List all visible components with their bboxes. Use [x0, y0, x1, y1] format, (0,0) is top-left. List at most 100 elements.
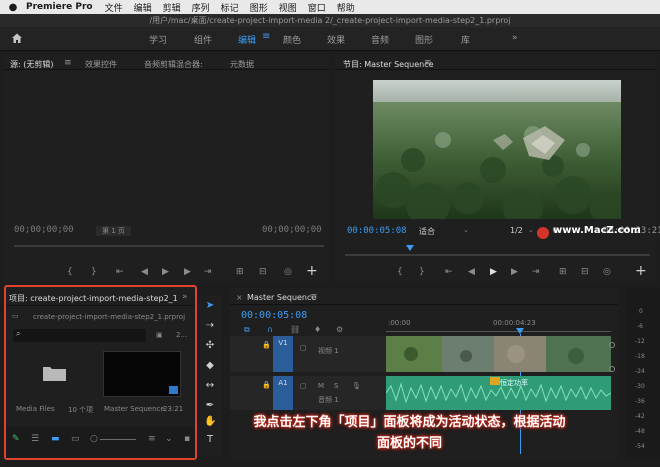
- workspace-learn[interactable]: 学习: [149, 33, 167, 46]
- mark-out-icon[interactable]: }: [419, 267, 425, 277]
- transition-marker[interactable]: [490, 377, 500, 385]
- step-forward-icon[interactable]: ▶: [511, 267, 518, 277]
- track-select-tool-icon[interactable]: ⇢: [204, 320, 216, 331]
- resolution-select[interactable]: 1/2: [510, 226, 523, 235]
- slip-tool-icon[interactable]: ↔: [204, 380, 216, 391]
- menu-view[interactable]: 视图: [279, 1, 297, 14]
- ripple-edit-tool-icon[interactable]: ✣: [204, 340, 216, 351]
- solo-button[interactable]: S: [334, 382, 338, 390]
- icon-view-icon[interactable]: ▬: [51, 434, 60, 444]
- project-tab[interactable]: 项目: create-project-import-media-step2_1: [9, 293, 178, 304]
- menu-help[interactable]: 帮助: [337, 1, 355, 14]
- home-icon[interactable]: [11, 32, 25, 46]
- workspace-overflow[interactable]: »: [512, 33, 518, 43]
- workspace-menu-icon[interactable]: ≡: [262, 31, 270, 42]
- panel-menu-icon[interactable]: ≡: [310, 292, 318, 302]
- play-icon[interactable]: ▶: [490, 267, 497, 277]
- chevron-down-icon[interactable]: ⌄: [528, 226, 534, 234]
- mark-in-icon[interactable]: {: [397, 267, 403, 277]
- timeline-timecode[interactable]: 00:00:05:08: [241, 310, 307, 321]
- workspace-color[interactable]: 颜色: [283, 33, 301, 46]
- razor-tool-icon[interactable]: ◆: [204, 360, 216, 371]
- project-panel[interactable]: 项目: create-project-import-media-step2_1 …: [4, 285, 197, 460]
- play-icon[interactable]: ▶: [162, 267, 169, 277]
- workspace-graphics[interactable]: 图形: [415, 33, 433, 46]
- media-files-bin[interactable]: [14, 351, 96, 397]
- lock-icon[interactable]: 🔒: [262, 381, 271, 389]
- overflow-icon[interactable]: »: [182, 292, 188, 302]
- source-timecode[interactable]: 00;00;00;00: [14, 225, 74, 235]
- workspace-editing[interactable]: 编辑: [238, 33, 256, 46]
- add-button-icon[interactable]: +: [635, 263, 647, 279]
- snap-icon[interactable]: ∩: [267, 325, 273, 334]
- mark-in-icon[interactable]: {: [67, 267, 73, 277]
- selection-tool-icon[interactable]: ➤: [204, 300, 216, 311]
- step-back-icon[interactable]: ◀: [141, 267, 148, 277]
- page-select[interactable]: 第 1 页: [96, 226, 131, 236]
- v1-target[interactable]: V1: [273, 336, 293, 372]
- master-sequence-thumbnail[interactable]: [103, 351, 181, 397]
- menu-window[interactable]: 窗口: [308, 1, 326, 14]
- export-frame-icon[interactable]: ◎: [284, 267, 292, 277]
- new-item-icon[interactable]: ▪: [184, 434, 190, 444]
- zoom-slider[interactable]: [100, 439, 136, 440]
- lift-icon[interactable]: ⊞: [559, 267, 567, 277]
- step-back-icon[interactable]: ◀: [468, 267, 475, 277]
- menu-sequence[interactable]: 序列: [192, 1, 210, 14]
- voiceover-mic-icon[interactable]: 🎙: [352, 382, 361, 390]
- search-input[interactable]: ⌕: [13, 329, 146, 342]
- audio-track-header[interactable]: 🔒 A1 ▢ M S 🎙 音频 1: [230, 376, 386, 410]
- menu-file[interactable]: 文件: [105, 1, 123, 14]
- new-bin-icon[interactable]: ▣: [156, 331, 163, 339]
- insert-icon[interactable]: ⊞: [236, 267, 244, 277]
- nest-icon[interactable]: ⧉: [244, 325, 250, 335]
- go-to-in-icon[interactable]: ⇤: [116, 267, 124, 277]
- video-track-header[interactable]: 🔒 V1 ▢ 视频 1: [230, 336, 386, 372]
- scroll-knob[interactable]: [609, 342, 615, 348]
- export-frame-icon[interactable]: ◎: [603, 267, 611, 277]
- pencil-icon[interactable]: ✎: [12, 434, 20, 444]
- linked-selection-icon[interactable]: ⛓: [290, 325, 300, 334]
- workspace-assembly[interactable]: 组件: [194, 33, 212, 46]
- chevron-down-icon[interactable]: ⌄: [463, 226, 469, 234]
- zoom-slider-handle[interactable]: ○: [90, 434, 98, 444]
- scroll-knob[interactable]: [609, 366, 615, 372]
- pen-tool-icon[interactable]: ✒: [204, 400, 216, 411]
- go-to-out-icon[interactable]: ⇥: [204, 267, 212, 277]
- workspace-effects[interactable]: 效果: [327, 33, 345, 46]
- go-to-out-icon[interactable]: ⇥: [532, 267, 540, 277]
- video-clip[interactable]: [386, 336, 611, 372]
- add-button-icon[interactable]: +: [306, 263, 318, 279]
- toggle-sync-lock-icon[interactable]: ▢: [300, 344, 307, 352]
- source-panel[interactable]: 源: (无剪辑) ≡ 效果控件 音频剪辑混合器: 元数据 00;00;00;00…: [4, 55, 329, 283]
- workspace-audio[interactable]: 音频: [371, 33, 389, 46]
- panel-menu-icon[interactable]: ≡: [424, 58, 432, 68]
- add-marker-icon[interactable]: ♦: [314, 325, 321, 334]
- apple-icon[interactable]: ●: [0, 2, 26, 13]
- step-forward-icon[interactable]: ▶: [184, 267, 191, 277]
- playhead-marker[interactable]: [406, 245, 414, 251]
- close-icon[interactable]: ×: [236, 293, 243, 302]
- program-timecode[interactable]: 00:00:05:08: [347, 226, 407, 236]
- list-view-icon[interactable]: ☰: [31, 434, 39, 444]
- lock-icon[interactable]: 🔒: [262, 341, 271, 349]
- chevron-down-icon[interactable]: ⌄: [165, 434, 173, 444]
- menu-markers[interactable]: 标记: [221, 1, 239, 14]
- fit-select[interactable]: 适合: [419, 226, 435, 237]
- panel-menu-icon[interactable]: ≡: [64, 58, 72, 68]
- menu-clip[interactable]: 剪辑: [163, 1, 181, 14]
- menu-edit[interactable]: 编辑: [134, 1, 152, 14]
- source-scrubber[interactable]: [14, 245, 324, 247]
- mark-out-icon[interactable]: }: [91, 267, 97, 277]
- sort-icon[interactable]: ≡: [148, 434, 156, 444]
- go-to-in-icon[interactable]: ⇤: [445, 267, 453, 277]
- workspace-libraries[interactable]: 库: [461, 33, 470, 46]
- freeform-view-icon[interactable]: ▭: [71, 434, 80, 444]
- mute-button[interactable]: M: [318, 382, 324, 390]
- timeline-settings-icon[interactable]: ⚙: [336, 325, 343, 334]
- a1-target[interactable]: A1: [273, 376, 293, 410]
- timeline-tab[interactable]: Master Sequence: [247, 293, 316, 302]
- toggle-output-icon[interactable]: ▢: [300, 382, 307, 390]
- extract-icon[interactable]: ⊟: [581, 267, 589, 277]
- program-scrubber[interactable]: [345, 254, 650, 256]
